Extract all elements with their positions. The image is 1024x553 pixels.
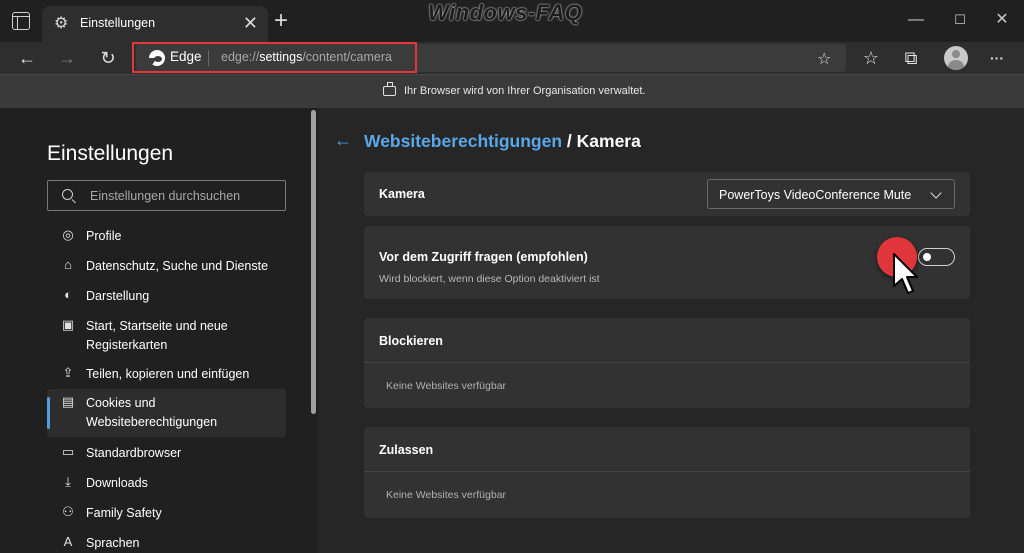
block-empty-text: Keine Websites verfügbar bbox=[386, 380, 507, 392]
camera-device-select[interactable]: PowerToys VideoConference Mute bbox=[707, 179, 955, 209]
download-icon: ⤓ bbox=[65, 474, 71, 489]
breadcrumb-separator: / bbox=[562, 131, 577, 151]
more-menu-icon[interactable]: ··· bbox=[984, 45, 1010, 71]
forward-button[interactable]: → bbox=[54, 45, 80, 71]
ask-toggle[interactable] bbox=[918, 248, 955, 266]
sidebar-item-label: Profile bbox=[86, 229, 122, 243]
sidebar-item-label: Downloads bbox=[86, 476, 148, 490]
sidebar-title: Einstellungen bbox=[47, 142, 174, 165]
collections-icon[interactable]: ⧉ bbox=[898, 45, 924, 71]
camera-device-value: PowerToys VideoConference Mute bbox=[719, 188, 912, 202]
chevron-down-icon bbox=[930, 187, 942, 199]
card-divider bbox=[364, 471, 970, 472]
sidebar-item-downloads[interactable]: ⤓ Downloads bbox=[47, 473, 286, 493]
sidebar-item-appearance[interactable]: ◐ Darstellung bbox=[47, 286, 286, 306]
sidebar-item-label: Family Safety bbox=[86, 506, 162, 520]
sidebar-item-cookies[interactable]: ▤ Cookies und Websiteberechtigungen bbox=[47, 389, 286, 437]
block-card: Blockieren Keine Websites verfügbar bbox=[364, 318, 970, 408]
breadcrumb-current: Kamera bbox=[576, 131, 641, 151]
search-placeholder: Einstellungen durchsuchen bbox=[90, 189, 241, 203]
sidebar-item-languages[interactable]: A Sprachen bbox=[47, 533, 286, 553]
sidebar-item-label: Standardbrowser bbox=[86, 446, 182, 460]
mouse-cursor-icon bbox=[893, 253, 918, 294]
sidebar-item-label: Datenschutz, Suche und Dienste bbox=[86, 259, 269, 273]
ask-description: Wird blockiert, wenn diese Option deakti… bbox=[379, 273, 600, 285]
back-arrow-icon[interactable]: ← bbox=[334, 131, 352, 149]
tab-title: Einstellungen bbox=[80, 16, 156, 30]
settings-sidebar: Einstellungen Einstellungen durchsuchen … bbox=[0, 108, 318, 553]
refresh-button[interactable]: ↻ bbox=[95, 45, 121, 71]
block-label: Blockieren bbox=[379, 334, 443, 348]
toggle-knob bbox=[923, 253, 931, 261]
sidebar-item-privacy[interactable]: ⌂ Datenschutz, Suche und Dienste bbox=[47, 256, 286, 276]
address-highlight-box bbox=[132, 42, 417, 73]
allow-empty-text: Keine Websites verfügbar bbox=[386, 489, 507, 501]
site-permissions-icon: ▤ bbox=[61, 394, 75, 409]
search-icon bbox=[62, 189, 73, 200]
camera-card: Kamera PowerToys VideoConference Mute bbox=[364, 172, 970, 216]
allow-card: Zulassen Keine Websites verfügbar bbox=[364, 427, 970, 518]
gear-icon: ⚙ bbox=[54, 15, 69, 32]
lock-icon: ⌂ bbox=[64, 257, 72, 272]
settings-search-input[interactable]: Einstellungen durchsuchen bbox=[47, 180, 286, 211]
sidebar-item-profile[interactable]: ◎ Profile bbox=[47, 226, 286, 246]
sidebar-item-share[interactable]: ⇪ Teilen, kopieren und einfügen bbox=[47, 364, 286, 384]
allow-label: Zulassen bbox=[379, 443, 434, 457]
tab-actions-icon[interactable] bbox=[12, 12, 30, 30]
briefcase-icon bbox=[383, 82, 396, 96]
tab-close-icon[interactable]: ✕ bbox=[243, 13, 258, 33]
palette-icon: ◐ bbox=[64, 287, 72, 302]
sidebar-scrollbar[interactable] bbox=[310, 108, 318, 553]
close-window-button[interactable]: ✕ bbox=[992, 10, 1012, 30]
watermark: Windows-FAQ bbox=[428, 0, 583, 25]
sidebar-item-label: Start, Startseite und neue Registerkarte… bbox=[86, 319, 228, 352]
sidebar-item-default-browser[interactable]: ▭ Standardbrowser bbox=[47, 443, 286, 463]
breadcrumb: Websiteberechtigungen / Kamera bbox=[364, 131, 641, 152]
sidebar-item-label: Teilen, kopieren und einfügen bbox=[86, 367, 250, 381]
sidebar-item-label: Darstellung bbox=[86, 289, 150, 303]
camera-label: Kamera bbox=[379, 187, 425, 201]
managed-info-bar: Ihr Browser wird von Ihrer Organisation … bbox=[0, 74, 1024, 108]
language-icon: A bbox=[63, 534, 73, 549]
profile-avatar[interactable] bbox=[944, 46, 968, 70]
ask-label: Vor dem Zugriff fragen (empfohlen) bbox=[379, 250, 588, 264]
back-button[interactable]: ← bbox=[14, 45, 40, 71]
tab-settings[interactable]: ⚙ Einstellungen ✕ bbox=[42, 6, 268, 42]
breadcrumb-link[interactable]: Websiteberechtigungen bbox=[364, 131, 562, 151]
add-favorite-icon[interactable]: ☆ bbox=[817, 49, 831, 69]
sidebar-item-label: Cookies und Websiteberechtigungen bbox=[86, 396, 218, 429]
toolbar: ← → ↻ Edge edge://settings/content/camer… bbox=[0, 42, 1024, 74]
managed-info-text: Ihr Browser wird von Ihrer Organisation … bbox=[404, 85, 646, 97]
card-divider bbox=[364, 362, 970, 363]
share-icon: ⇪ bbox=[62, 365, 74, 380]
sidebar-item-label: Sprachen bbox=[86, 536, 140, 550]
new-tab-button[interactable]: + bbox=[274, 9, 288, 33]
favorites-icon[interactable]: ☆ bbox=[858, 45, 884, 71]
default-browser-icon: ▭ bbox=[61, 444, 75, 459]
family-icon: ⚇ bbox=[62, 504, 74, 519]
sidebar-item-start[interactable]: ▣ Start, Startseite und neue Registerkar… bbox=[47, 316, 286, 356]
maximize-button[interactable]: ☐ bbox=[950, 10, 970, 30]
title-bar: ⚙ Einstellungen ✕ + Windows-FAQ — ☐ ✕ bbox=[0, 0, 1024, 42]
profile-icon: ◎ bbox=[62, 227, 74, 242]
start-page-icon: ▣ bbox=[61, 317, 75, 332]
scrollbar-thumb[interactable] bbox=[311, 110, 316, 414]
sidebar-item-family-safety[interactable]: ⚇ Family Safety bbox=[47, 503, 286, 523]
minimize-button[interactable]: — bbox=[906, 10, 926, 30]
